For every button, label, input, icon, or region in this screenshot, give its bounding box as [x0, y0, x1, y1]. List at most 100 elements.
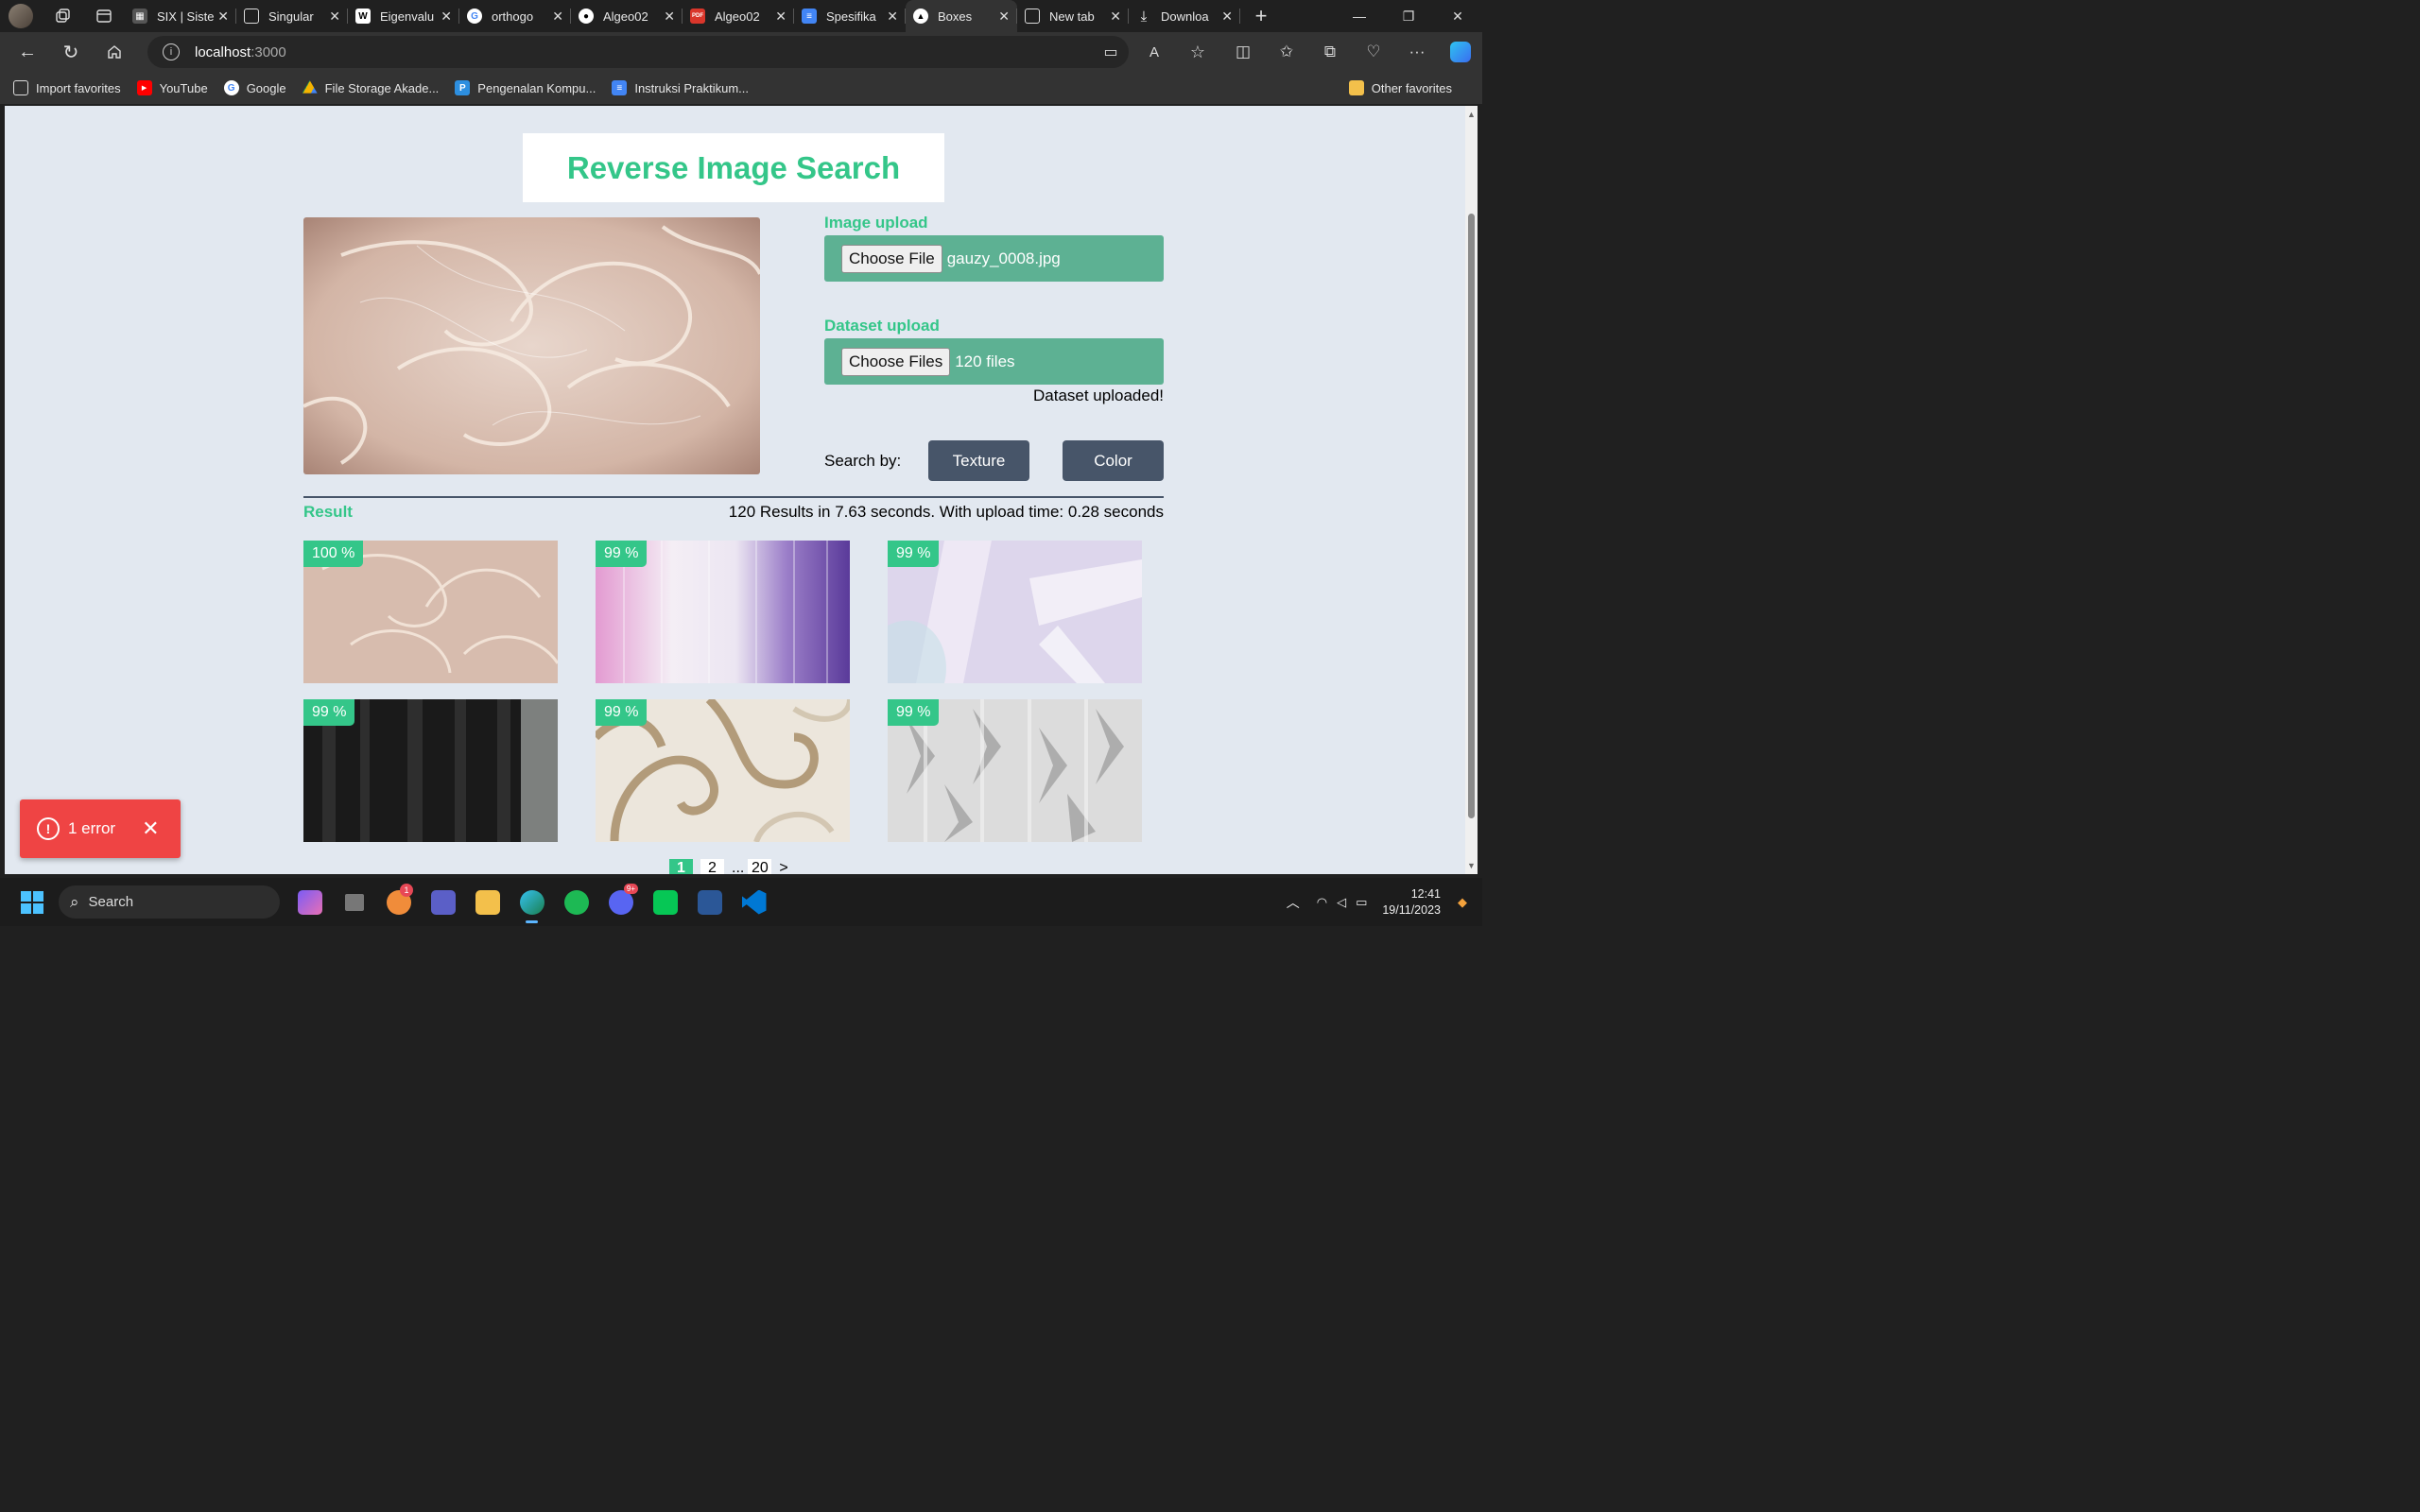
- page-scrollbar[interactable]: ▲ ▼: [1465, 106, 1478, 874]
- page-icon: [244, 9, 259, 24]
- refresh-icon[interactable]: ↻: [49, 32, 93, 72]
- tab-algeo-github[interactable]: ● Algeo02 ✕: [571, 0, 683, 32]
- newtab-icon: [1025, 9, 1040, 24]
- photos-app-icon[interactable]: 1: [376, 878, 421, 926]
- bookmark-file-storage[interactable]: File Storage Akade...: [302, 80, 440, 95]
- tab-boxes[interactable]: ▲ Boxes ✕: [906, 0, 1017, 32]
- new-tab-plus-icon[interactable]: +: [1240, 0, 1282, 32]
- bookmark-pengenalan[interactable]: P Pengenalan Kompu...: [455, 80, 596, 95]
- address-bar[interactable]: i localhost:3000: [147, 36, 1129, 68]
- restore-icon[interactable]: ❐: [1384, 0, 1433, 32]
- page-last-button[interactable]: 20: [748, 859, 772, 874]
- bookmark-google[interactable]: G Google: [223, 80, 286, 95]
- tab-six[interactable]: ▦ SIX | Siste ✕: [125, 0, 236, 32]
- close-tab-icon[interactable]: ✕: [887, 9, 898, 25]
- file-explorer-icon[interactable]: [465, 878, 510, 926]
- tab-orthogonal[interactable]: Gorthogo ✕: [459, 0, 571, 32]
- selected-filename: gauzy_0008.jpg: [946, 249, 1061, 267]
- performance-icon[interactable]: ♡: [1352, 32, 1395, 72]
- tab-actions-icon[interactable]: [83, 0, 125, 32]
- close-tab-icon[interactable]: ✕: [1110, 9, 1121, 25]
- site-info-icon[interactable]: i: [163, 43, 180, 60]
- close-tab-icon[interactable]: ✕: [998, 9, 1010, 25]
- battery-icon[interactable]: ▭: [1356, 895, 1367, 910]
- error-toast[interactable]: ! 1 error ✕: [20, 799, 181, 858]
- next-page-button[interactable]: >: [779, 860, 787, 874]
- bookmark-youtube[interactable]: ▶ YouTube: [136, 80, 208, 95]
- copilot-app-icon[interactable]: [287, 878, 332, 926]
- close-window-icon[interactable]: ✕: [1433, 0, 1482, 32]
- color-button[interactable]: Color: [1063, 440, 1164, 481]
- close-tab-icon[interactable]: ✕: [1221, 9, 1233, 25]
- favorite-star-icon[interactable]: ☆: [1176, 32, 1219, 72]
- result-card[interactable]: 99 %: [888, 541, 1142, 683]
- tab-spesifikasi[interactable]: ≡ Spesifika ✕: [794, 0, 906, 32]
- tab-downloads[interactable]: ⤓ Downloa ✕: [1129, 0, 1240, 32]
- scroll-down-icon[interactable]: ▼: [1467, 861, 1476, 870]
- result-card[interactable]: 99 %: [888, 699, 1142, 842]
- teams-app-icon[interactable]: [421, 878, 465, 926]
- scroll-up-icon[interactable]: ▲: [1467, 110, 1476, 119]
- bookmark-label: File Storage Akade...: [324, 80, 440, 95]
- tab-label: Spesifika: [826, 9, 876, 24]
- tab-singular[interactable]: Singular ✕: [236, 0, 348, 32]
- vscode-icon[interactable]: [732, 878, 776, 926]
- windows-taskbar: ⌕ Search 1 9+ ︿ ◠ ◁ ▭ 12:41 19/11/2023 ◆: [0, 878, 1482, 926]
- result-card[interactable]: 99 %: [596, 699, 850, 842]
- video-icon[interactable]: ▭: [1089, 32, 1132, 72]
- workspaces-icon[interactable]: [42, 0, 83, 32]
- copilot-icon[interactable]: [1439, 32, 1482, 72]
- scrollbar-thumb[interactable]: [1468, 214, 1475, 818]
- close-tab-icon[interactable]: ✕: [329, 9, 340, 25]
- line-app-icon[interactable]: [643, 878, 687, 926]
- notification-bell-icon[interactable]: ◆: [1458, 895, 1467, 910]
- spotify-icon[interactable]: [554, 878, 598, 926]
- choose-file-button[interactable]: Choose File: [841, 244, 942, 273]
- more-menu-icon[interactable]: ···: [1395, 32, 1439, 72]
- page-2-button[interactable]: 2: [700, 859, 724, 874]
- tray-chevron-up-icon[interactable]: ︿: [1287, 893, 1300, 912]
- minimize-icon[interactable]: —: [1335, 0, 1384, 32]
- image-upload-field[interactable]: Choose File gauzy_0008.jpg: [824, 235, 1164, 282]
- close-tab-icon[interactable]: ✕: [552, 9, 563, 25]
- discord-icon[interactable]: 9+: [598, 878, 643, 926]
- bookmark-import-favorites[interactable]: Import favorites: [13, 80, 121, 95]
- edge-browser-icon[interactable]: [510, 878, 554, 926]
- close-toast-icon[interactable]: ✕: [142, 816, 159, 841]
- volume-icon[interactable]: ◁: [1337, 895, 1346, 910]
- task-view-icon[interactable]: [332, 878, 376, 926]
- favorites-icon[interactable]: ✩: [1265, 32, 1308, 72]
- tab-eigenvalue[interactable]: W Eigenvalu ✕: [348, 0, 459, 32]
- home-icon[interactable]: [93, 32, 136, 72]
- tab-algeo-pdf[interactable]: PDF Algeo02 ✕: [683, 0, 794, 32]
- other-favorites[interactable]: Other favorites: [1348, 72, 1452, 104]
- split-screen-icon[interactable]: ◫: [1221, 32, 1265, 72]
- word-app-icon[interactable]: [687, 878, 732, 926]
- wifi-icon[interactable]: ◠: [1317, 895, 1327, 910]
- result-stats: 120 Results in 7.63 seconds. With upload…: [728, 503, 1164, 521]
- similarity-badge: 99 %: [596, 699, 648, 726]
- page-1-button[interactable]: 1: [669, 859, 693, 874]
- dataset-upload-field[interactable]: Choose Files 120 files: [824, 338, 1164, 385]
- close-tab-icon[interactable]: ✕: [441, 9, 452, 25]
- collections-icon[interactable]: ⧉: [1308, 32, 1352, 72]
- result-card[interactable]: 100 %: [303, 541, 558, 683]
- close-tab-icon[interactable]: ✕: [775, 9, 786, 25]
- texture-button[interactable]: Texture: [928, 440, 1029, 481]
- dataset-upload-label: Dataset upload: [824, 317, 940, 335]
- tab-newtab[interactable]: New tab ✕: [1017, 0, 1129, 32]
- six-icon: ▦: [132, 9, 147, 24]
- web-page: Reverse Image Search Image upload Choose…: [5, 106, 1465, 874]
- clock[interactable]: 12:41 19/11/2023: [1382, 886, 1441, 919]
- close-tab-icon[interactable]: ✕: [217, 9, 229, 25]
- windows-start-icon[interactable]: [21, 891, 43, 914]
- read-aloud-icon[interactable]: A: [1132, 32, 1176, 72]
- result-card[interactable]: 99 %: [303, 699, 558, 842]
- result-card[interactable]: 99 %: [596, 541, 850, 683]
- bookmark-instruksi[interactable]: ≡ Instruksi Praktikum...: [612, 80, 749, 95]
- close-tab-icon[interactable]: ✕: [664, 9, 675, 25]
- taskbar-search[interactable]: ⌕ Search: [59, 885, 280, 919]
- profile-avatar[interactable]: [0, 0, 42, 32]
- back-arrow-icon[interactable]: ←: [6, 32, 49, 72]
- choose-files-button[interactable]: Choose Files: [841, 347, 951, 376]
